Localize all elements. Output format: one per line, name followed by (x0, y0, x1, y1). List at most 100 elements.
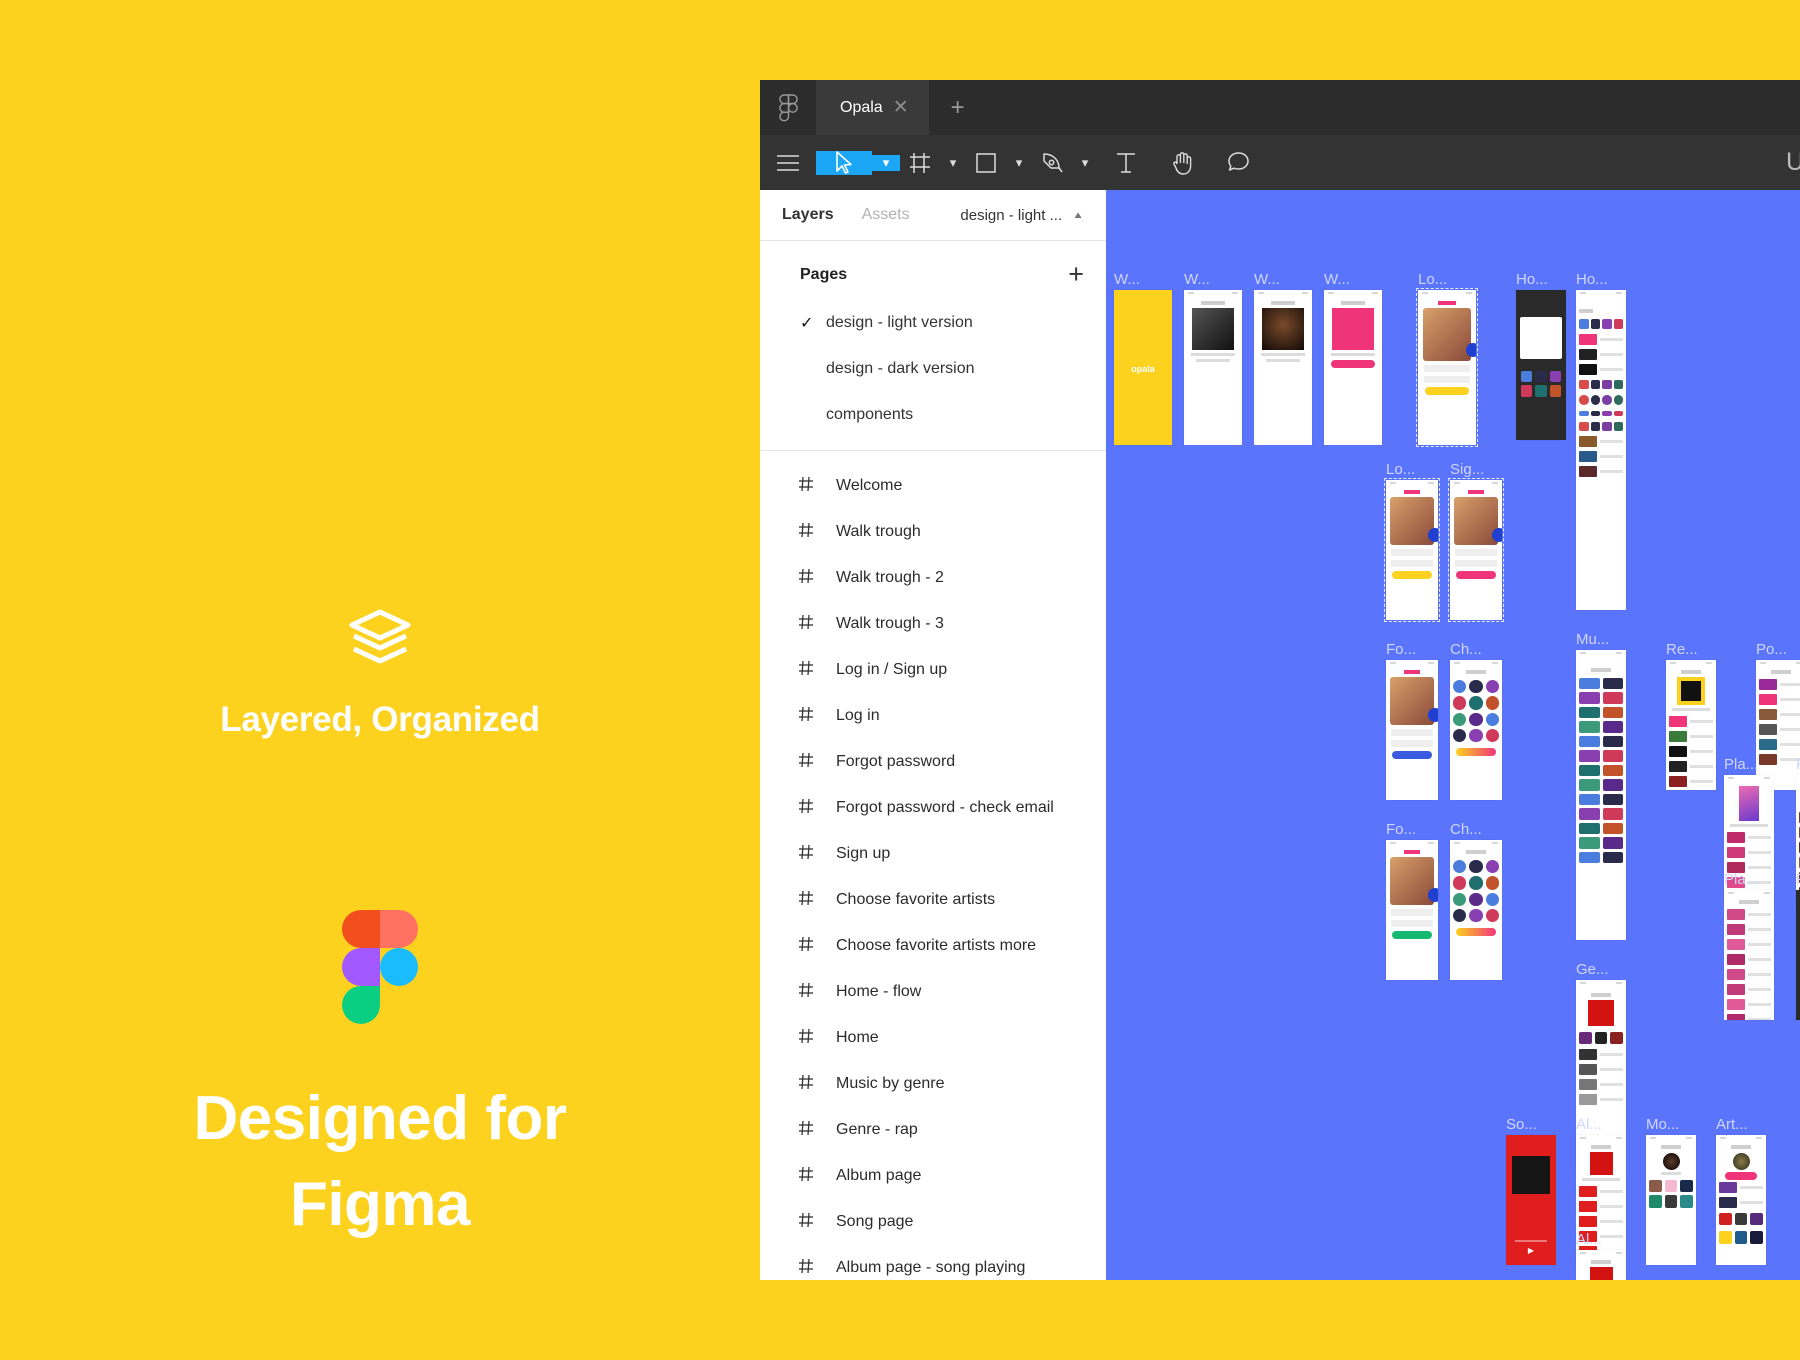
frame-label[interactable]: W... (1114, 271, 1140, 288)
canvas-frame[interactable]: Art... (1716, 1116, 1766, 1265)
layer-row[interactable]: Welcome (760, 463, 1106, 509)
canvas-frame[interactable]: Fo... (1386, 821, 1438, 980)
shape-tool[interactable] (966, 135, 1006, 190)
frame-label[interactable]: Ch... (1450, 641, 1482, 658)
frame-thumbnail[interactable] (1450, 840, 1502, 980)
frame-thumbnail[interactable] (1384, 478, 1440, 622)
frame-label[interactable]: Ho... (1576, 271, 1608, 288)
frame-thumbnail[interactable] (1756, 660, 1800, 790)
layer-row[interactable]: Log in / Sign up (760, 647, 1106, 693)
layer-row[interactable]: Forgot password (760, 739, 1106, 785)
frame-label[interactable]: Re... (1666, 641, 1698, 658)
close-icon[interactable]: ✕ (893, 98, 909, 117)
frame-thumbnail[interactable]: ▶ (1506, 1135, 1556, 1265)
layer-row[interactable]: Music by genre (760, 1061, 1106, 1107)
layer-row[interactable]: Song page (760, 1199, 1106, 1245)
canvas-frame[interactable]: Ho... (1576, 271, 1626, 610)
canvas-frame[interactable]: W... opala (1114, 271, 1172, 445)
frame-label[interactable]: Fo... (1386, 821, 1416, 838)
layer-row[interactable]: Home (760, 1015, 1106, 1061)
layer-row[interactable]: Walk trough (760, 509, 1106, 555)
pen-tool[interactable] (1032, 135, 1072, 190)
frame-thumbnail[interactable] (1416, 288, 1478, 447)
comment-tool[interactable] (1210, 135, 1266, 190)
frame-label[interactable]: Ch... (1450, 821, 1482, 838)
frame-thumbnail[interactable] (1724, 890, 1774, 1020)
move-tool-dropdown[interactable]: ▾ (872, 154, 900, 171)
layer-row[interactable]: Forgot password - check email (760, 785, 1106, 831)
design-canvas[interactable]: W... opala W... W... W... Lo... Ho... Ho... Lo..… (1106, 190, 1800, 1280)
text-tool[interactable] (1098, 135, 1154, 190)
frame-thumbnail[interactable] (1646, 1135, 1696, 1265)
page-item-dark[interactable]: ✓ design - dark version (760, 346, 1106, 392)
frame-label[interactable]: Mo... (1646, 1116, 1679, 1133)
frame-label[interactable]: Lo... (1386, 461, 1415, 478)
canvas-frame[interactable]: Mu... (1576, 631, 1626, 940)
frame-label[interactable]: Sig... (1450, 461, 1484, 478)
frame-label[interactable]: Al... (1576, 1231, 1602, 1248)
layer-row[interactable]: Walk trough - 3 (760, 601, 1106, 647)
frame-thumbnail[interactable] (1450, 660, 1502, 800)
menu-button[interactable] (760, 135, 816, 190)
frame-thumbnail[interactable] (1576, 1250, 1626, 1280)
hand-tool[interactable] (1154, 135, 1210, 190)
frame-label[interactable]: Lo... (1418, 271, 1447, 288)
frame-label[interactable]: Pla... (1724, 871, 1758, 888)
frame-label[interactable]: Ge... (1576, 961, 1609, 978)
canvas-frame[interactable]: Ch... (1450, 641, 1502, 800)
frame-thumbnail[interactable] (1576, 290, 1626, 610)
layer-row[interactable]: Choose favorite artists more (760, 923, 1106, 969)
frame-label[interactable]: Fo... (1386, 641, 1416, 658)
frame-label[interactable]: Ho... (1516, 271, 1548, 288)
shape-tool-dropdown[interactable]: ▾ (1006, 135, 1032, 190)
tab-layers[interactable]: Layers (782, 206, 834, 224)
frame-thumbnail[interactable] (1386, 840, 1438, 980)
frame-thumbnail[interactable] (1576, 650, 1626, 940)
frame-label[interactable]: So... (1506, 1116, 1537, 1133)
frame-label[interactable]: Mu... (1576, 631, 1609, 648)
frame-thumbnail[interactable]: opala (1114, 290, 1172, 445)
frame-label[interactable]: W... (1254, 271, 1280, 288)
canvas-frame[interactable]: W... (1184, 271, 1242, 445)
canvas-frame[interactable]: Lo... (1384, 461, 1440, 622)
add-page-button[interactable]: + (1068, 261, 1084, 288)
frame-label[interactable]: Pla... (1796, 756, 1800, 773)
canvas-frame[interactable]: Re... (1666, 641, 1716, 790)
layer-row[interactable]: Walk trough - 2 (760, 555, 1106, 601)
frame-thumbnail[interactable] (1716, 1135, 1766, 1265)
layer-row[interactable]: Choose favorite artists (760, 877, 1106, 923)
document-tab[interactable]: Opala ✕ (816, 80, 929, 135)
layer-row[interactable]: Album page (760, 1153, 1106, 1199)
canvas-frame[interactable]: Al... (1576, 1231, 1626, 1280)
frame-thumbnail[interactable] (1184, 290, 1242, 445)
frame-thumbnail[interactable] (1254, 290, 1312, 445)
frame-label[interactable]: Pla... (1796, 871, 1800, 888)
canvas-frame[interactable]: Sig... (1448, 461, 1504, 622)
frame-thumbnail[interactable] (1516, 290, 1566, 440)
layer-row[interactable]: Album page - song playing (760, 1245, 1106, 1280)
frame-label[interactable]: Art... (1716, 1116, 1748, 1133)
canvas-frame[interactable]: Po... (1756, 641, 1800, 790)
canvas-frame[interactable]: Lo... (1416, 271, 1478, 447)
frame-thumbnail[interactable] (1448, 478, 1504, 622)
page-item-light[interactable]: ✓ design - light version (760, 300, 1106, 346)
figma-app-icon[interactable] (760, 80, 816, 135)
canvas-frame[interactable]: Pla... (1796, 871, 1800, 1020)
move-tool[interactable] (816, 150, 872, 175)
frame-tool[interactable] (900, 135, 940, 190)
layer-row[interactable]: Log in (760, 693, 1106, 739)
frame-label[interactable]: W... (1324, 271, 1350, 288)
tab-assets[interactable]: Assets (862, 206, 910, 224)
layer-row[interactable]: Home - flow (760, 969, 1106, 1015)
canvas-frame[interactable]: W... (1324, 271, 1382, 445)
frame-thumbnail[interactable] (1666, 660, 1716, 790)
frame-thumbnail[interactable] (1386, 660, 1438, 800)
canvas-frame[interactable]: Pla... (1724, 871, 1774, 1020)
frame-label[interactable]: W... (1184, 271, 1210, 288)
frame-label[interactable]: Pla... (1724, 756, 1758, 773)
frame-thumbnail[interactable] (1796, 890, 1800, 1020)
frame-label[interactable]: Po... (1756, 641, 1787, 658)
canvas-frame[interactable]: W... (1254, 271, 1312, 445)
pen-tool-dropdown[interactable]: ▾ (1072, 135, 1098, 190)
canvas-frame[interactable]: Fo... (1386, 641, 1438, 800)
